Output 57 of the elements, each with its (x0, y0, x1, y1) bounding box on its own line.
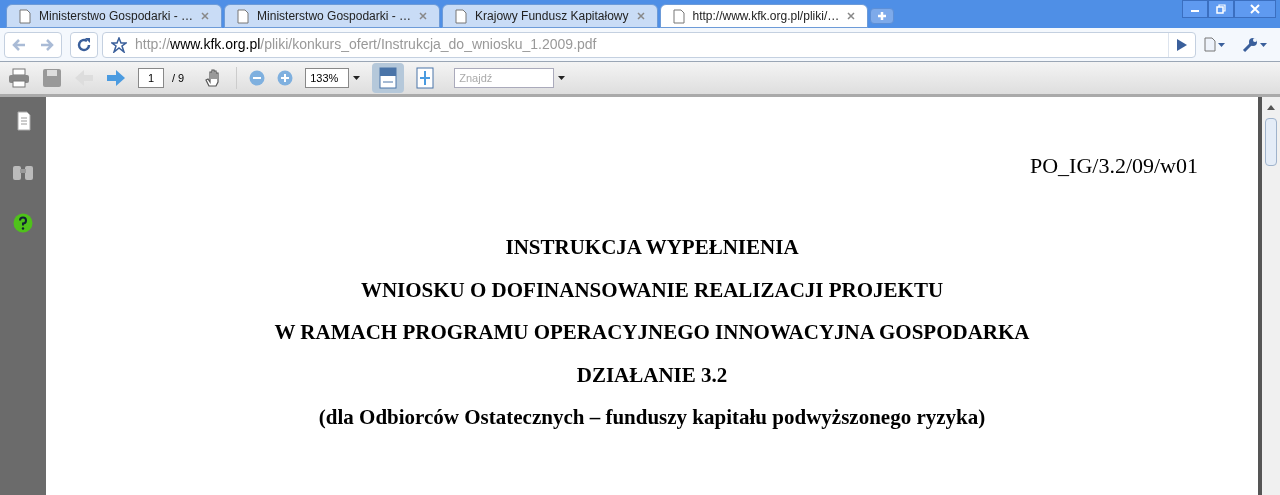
page-icon (455, 8, 468, 24)
close-window-button[interactable] (1234, 0, 1276, 18)
plus-icon (877, 11, 888, 21)
play-icon (1177, 38, 1187, 51)
reload-icon (76, 36, 92, 53)
browser-tab[interactable]: Krajowy Fundusz Kapitałowy (442, 4, 658, 28)
tab-title: Ministerstwo Gospodarki - … (39, 8, 194, 25)
document-reference: PO_IG/3.2/09/w01 (1029, 152, 1198, 180)
find-field[interactable]: Znajdź (454, 68, 555, 88)
page-count: / 9 (172, 70, 185, 86)
pages-icon[interactable] (15, 111, 31, 131)
page-number-field[interactable]: 1 (138, 68, 164, 88)
reload-button[interactable] (70, 31, 98, 58)
zoom-in-icon[interactable] (277, 70, 294, 86)
close-icon[interactable] (201, 12, 210, 20)
tab-title: Ministerstwo Gospodarki - … (257, 8, 412, 25)
back-arrow-icon (12, 38, 26, 51)
forward-arrow-icon (40, 38, 54, 51)
close-icon[interactable] (419, 12, 428, 20)
restore-icon (1216, 4, 1226, 14)
document-title-line: WNIOSKU O DOFINANSOWANIE REALIZACJI PROJEKTU (360, 276, 944, 304)
scroll-up-icon[interactable] (1267, 105, 1275, 110)
minimize-button[interactable] (1182, 0, 1208, 18)
next-page-icon[interactable] (106, 69, 126, 87)
page-icon (672, 8, 685, 24)
address-field[interactable]: http://www.kfk.org.pl/pliki/konkurs_ofert/Instrukcja_do_wniosku_1.2009.pdf (102, 31, 1196, 58)
scrollbar-thumb[interactable] (1265, 118, 1277, 166)
binoculars-icon[interactable] (12, 163, 34, 181)
close-icon[interactable] (636, 12, 645, 20)
tab-title: Krajowy Fundusz Kapitałowy (475, 8, 629, 25)
document-title-line: DZIAŁANIE 3.2 (576, 361, 728, 389)
document-title-line: INSTRUKCJA WYPEŁNIENIA (505, 234, 799, 261)
close-icon[interactable] (847, 12, 856, 20)
page-icon (1204, 37, 1216, 52)
url-text: http://www.kfk.org.pl/pliki/konkurs_ofert/Instrukcja_do_wniosku_1.2009.pdf (135, 35, 598, 54)
new-tab-button[interactable] (870, 8, 895, 24)
page-icon (237, 8, 250, 24)
help-icon[interactable] (13, 213, 33, 233)
browser-tab[interactable]: Ministerstwo Gospodarki - … (6, 4, 223, 28)
caret-icon[interactable] (1260, 42, 1267, 47)
save-icon[interactable] (42, 68, 62, 88)
wrench-icon (1242, 36, 1258, 53)
caret-icon (353, 76, 361, 80)
browser-tab[interactable]: http://www.kfk.org.pl/pliki/… (659, 4, 869, 28)
fit-page-icon[interactable] (416, 67, 435, 89)
fit-width-button[interactable] (372, 63, 405, 93)
browser-tab[interactable]: Ministerstwo Gospodarki - … (224, 4, 441, 28)
page-icon (19, 8, 31, 24)
document-title-line: (dla Odbiorców Ostatecznych – funduszy kapitału podwyższonego ryzyka) (318, 404, 986, 431)
caret-icon[interactable] (1218, 42, 1225, 47)
printer-icon[interactable] (8, 68, 30, 88)
star-icon[interactable] (111, 36, 127, 53)
caret-icon[interactable] (558, 76, 566, 80)
restore-button[interactable] (1208, 0, 1234, 18)
document-title-line: W RAMACH PROGRAMU OPERACYJNEGO INNOWACYJNA GOSPODARKA (274, 319, 1030, 346)
tab-title: http://www.kfk.org.pl/pliki/… (692, 8, 840, 25)
zoom-out-icon[interactable] (249, 70, 266, 86)
